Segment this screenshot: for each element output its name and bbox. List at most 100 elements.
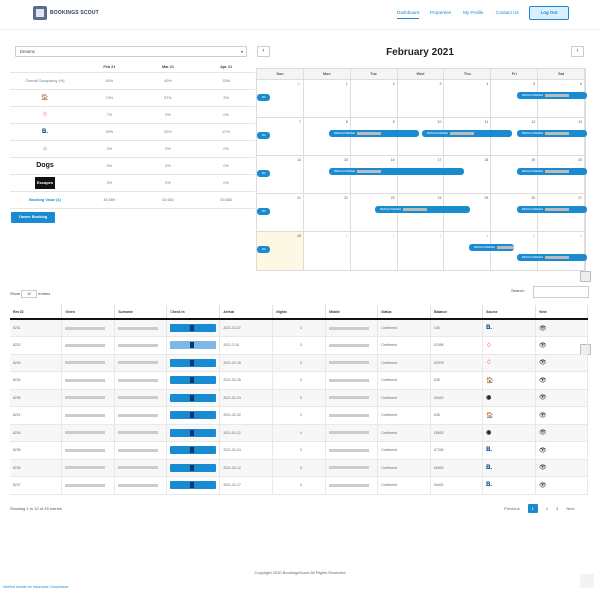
column-header[interactable]: Status	[377, 305, 432, 320]
table-row[interactable]: 8236 2021-02-12 3 Confirmed £6630 B. 👁	[10, 459, 588, 477]
nav-properties[interactable]: Properties	[430, 10, 451, 15]
checkin-toggle[interactable]	[170, 463, 217, 472]
table-row[interactable]: 8235 2021-02-24 3 Confirmed £7206 B. 👁	[10, 441, 588, 460]
scroll-top-button[interactable]	[580, 574, 594, 588]
column-header[interactable]: Mobile	[325, 305, 379, 320]
res-id: 8237	[10, 476, 63, 495]
calendar-event[interactable]: RESULOVEDEH	[422, 130, 512, 137]
table-row[interactable]: 8231 2021-02-07 3 Confirmed £36 B. 👁	[10, 319, 588, 337]
calendar-event[interactable]: RESULOVEDEH	[329, 168, 464, 175]
calendar-event[interactable]: RESULOVEDEH	[517, 130, 587, 137]
checkin-toggle[interactable]	[170, 324, 217, 332]
calendar-event[interactable]: RESULOVEDEH	[517, 254, 587, 261]
table-row[interactable]: 8234 2021-02-22 4 Confirmed £8630 ◉ 👁	[10, 424, 588, 442]
eye-icon[interactable]: 👁	[539, 448, 547, 454]
table-row[interactable]: 8235 2021-02-23 3 Confirmed £6420 ◉ 👁	[10, 389, 588, 407]
calendar-day[interactable]: 5	[491, 232, 539, 270]
arrival-cell: 2021-02-17	[219, 476, 274, 495]
lock-icon[interactable]	[580, 271, 591, 282]
calendar-event[interactable]: RESULOVEDEH	[517, 168, 587, 175]
redacted-given	[65, 361, 106, 365]
calendar-event[interactable]: RESULOVEDEH	[517, 206, 587, 213]
calendar-event[interactable]: R3	[257, 170, 270, 177]
logout-button[interactable]: Log Out	[529, 6, 569, 20]
checkin-toggle[interactable]	[170, 341, 217, 350]
column-header[interactable]: Source	[482, 305, 536, 320]
calendar-day[interactable]: 1	[304, 232, 351, 270]
checkin-toggle[interactable]	[170, 376, 217, 385]
calendar-day[interactable]: 2	[351, 80, 398, 117]
arrival-cell: 2021-02-23	[219, 389, 274, 407]
table-row[interactable]: 8233 2021-02-16 3 Confirmed £2978 ♢ 👁	[10, 354, 588, 372]
status-cell: Confirmed	[377, 371, 432, 390]
eye-icon[interactable]: 👁	[539, 360, 547, 366]
calendar-event[interactable]: RESULOVEDEH	[329, 130, 419, 137]
calendar-day[interactable]: 3	[398, 80, 445, 117]
redacted-name	[545, 93, 570, 97]
redacted-given	[65, 413, 106, 417]
brand-logo[interactable]: BOOKINGS SCOUT	[33, 6, 99, 20]
column-header[interactable]: Res ID	[10, 305, 63, 320]
nav-dashboard[interactable]: Dashboard	[397, 10, 420, 19]
eye-icon[interactable]: 👁	[539, 430, 547, 436]
eye-icon[interactable]: 👁	[539, 395, 547, 401]
arrival-cell: 2021-02-16	[219, 354, 274, 372]
search-input[interactable]	[533, 286, 589, 298]
redacted-given	[65, 431, 106, 435]
entries-select[interactable]: 10	[21, 290, 38, 298]
nav-my-profile[interactable]: My Profile	[463, 10, 483, 15]
footer-link[interactable]: Verified results for Insurance Complianc…	[3, 585, 69, 589]
column-header[interactable]: Given	[61, 305, 116, 320]
column-header[interactable]: Nights	[272, 305, 327, 320]
calendar-event[interactable]: RESULOVEDEH	[375, 206, 470, 213]
calendar-day[interactable]: 1	[304, 80, 351, 117]
calendar-day[interactable]: 22	[304, 194, 351, 231]
checkin-toggle[interactable]	[170, 428, 217, 437]
page-3-button[interactable]: 3	[556, 506, 558, 511]
calendar-event[interactable]: RESULOVEDEH	[469, 244, 514, 251]
eye-icon[interactable]: 👁	[539, 326, 547, 332]
table-row[interactable]: 8234 2021-02-28 3 Confirmed £36 🏠 👁	[10, 371, 588, 390]
eye-icon[interactable]: 👁	[539, 343, 547, 349]
calendar-day[interactable]: 4	[444, 80, 492, 117]
eye-icon[interactable]: 👁	[539, 413, 547, 419]
checkin-toggle[interactable]	[170, 411, 217, 420]
table-row[interactable]: 8232 2021-2-16 3 Confirmed £1096 ♢ 👁	[10, 336, 588, 355]
calendar-event[interactable]: R3	[257, 208, 270, 215]
column-header[interactable]: Arrival	[219, 305, 274, 320]
calendar-day[interactable]: 3	[398, 232, 445, 270]
eye-icon[interactable]: 👁	[539, 378, 547, 384]
page-1-button[interactable]: 1	[527, 504, 538, 513]
event-label: RESULOVEDEH	[522, 131, 544, 135]
next-button[interactable]: Next	[566, 506, 574, 511]
calendar-day[interactable]: 4	[444, 232, 492, 270]
property-select[interactable]: Dreams	[15, 46, 247, 57]
redacted-name	[403, 207, 428, 211]
checkin-toggle[interactable]	[170, 481, 217, 490]
column-header[interactable]: Check In	[166, 305, 221, 320]
page-2-button[interactable]: 2	[546, 506, 548, 511]
calendar-day[interactable]: 6	[538, 232, 586, 270]
cell: 0%	[197, 140, 255, 158]
cal-next-button[interactable]: ›	[571, 46, 584, 57]
eye-icon[interactable]: 👁	[539, 483, 547, 489]
table-row[interactable]: 8221 2021-02-22 3 Confirmed £36 🏠 👁	[10, 406, 588, 425]
column-header[interactable]: Surname	[114, 305, 168, 320]
calendar-event[interactable]: RESULOVEDEH	[517, 92, 587, 99]
table-row[interactable]: 8237 2021-02-17 3 Confirmed £6401 B. 👁	[10, 476, 588, 495]
cal-prev-button[interactable]: ‹	[257, 46, 270, 57]
calendar-event[interactable]: R3	[257, 94, 270, 101]
source-cell: B.	[482, 319, 536, 337]
prev-button[interactable]: Previous	[504, 506, 520, 511]
column-header[interactable]: Balance	[430, 305, 484, 320]
nav-contact-us[interactable]: Contact Us	[496, 10, 519, 15]
checkin-toggle[interactable]	[170, 446, 217, 455]
eye-icon[interactable]: 👁	[539, 465, 547, 471]
calendar-day[interactable]: 2	[351, 232, 398, 270]
column-header[interactable]: View	[535, 305, 588, 320]
checkin-toggle[interactable]	[170, 393, 217, 402]
owner-booking-button[interactable]: Owner Booking	[11, 212, 55, 223]
checkin-toggle[interactable]	[170, 358, 217, 367]
calendar-event[interactable]: R3	[257, 132, 270, 139]
calendar-event[interactable]: R3	[257, 246, 270, 253]
